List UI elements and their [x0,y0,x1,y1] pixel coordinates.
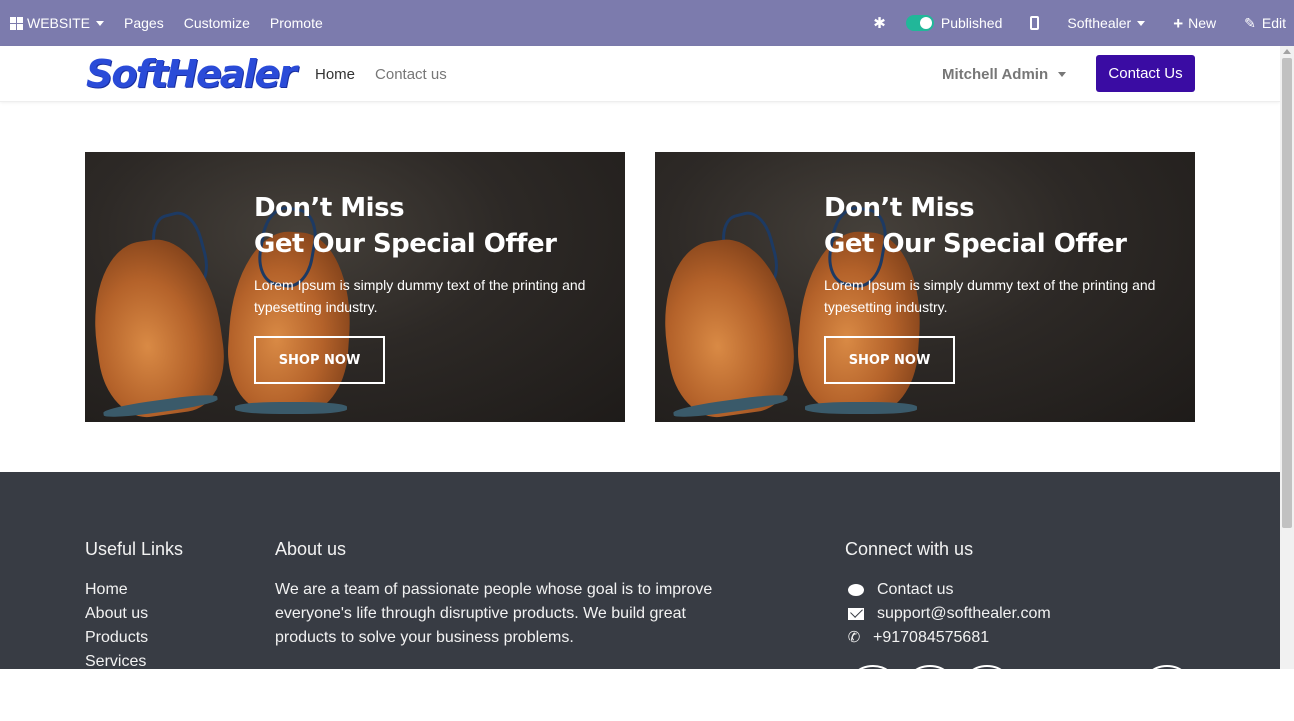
site-logo[interactable]: SoftHealer [86,54,297,94]
contact-link[interactable]: Contact us [877,578,953,602]
edit-button[interactable]: ✎ Edit [1234,0,1286,46]
published-toggle[interactable]: Published [900,0,1013,46]
user-name: Mitchell Admin [942,65,1049,83]
phone-number: +917084575681 [873,629,990,646]
offer-banner: Don’t Miss Get Our Special Offer Lorem I… [85,152,625,422]
debug-button[interactable]: ✱ [863,0,900,46]
social-icon[interactable] [845,665,901,721]
site-footer: Useful Links Home About us Products Serv… [0,472,1280,721]
contact-link-row[interactable]: Contact us [845,578,1051,602]
footer-link-services[interactable]: Services [85,650,148,674]
connect-list: Contact us support@softhealer.com ✆ +917… [845,578,1051,650]
banner-body: Lorem Ipsum is simply dummy text of the … [254,277,586,315]
mobile-icon [1030,16,1040,30]
useful-links-title: Useful Links [85,539,184,559]
website-menu[interactable]: WEBSITE [0,0,114,46]
website-menu-label: WEBSITE [27,15,91,31]
banner-heading-line2: Get Our Special Offer [254,229,557,259]
nav-home[interactable]: Home [305,66,365,83]
useful-links-list: Home About us Products Services [85,578,148,674]
email-link[interactable]: support@softhealer.com [877,602,1051,626]
new-label: New [1188,15,1217,31]
toggle-switch-icon [905,15,934,31]
mobile-preview-button[interactable] [1012,0,1057,46]
published-label: Published [940,15,1003,31]
contact-us-button[interactable]: Contact Us [1096,55,1195,92]
new-button[interactable]: + New [1163,0,1234,46]
shoe-sole-graphic [805,402,917,414]
page-scrollbar[interactable] [1280,46,1294,669]
caret-down-icon [1137,20,1146,26]
scrollbar-thumb[interactable] [1282,58,1292,528]
envelope-icon [845,608,867,620]
shoe-sole-graphic [235,402,347,414]
shop-now-button[interactable]: SHOP NOW [254,336,385,384]
about-text: We are a team of passionate people whose… [275,581,713,646]
banner-text: Don’t Miss Get Our Special Offer Lorem I… [254,190,614,318]
main-nav: Home Contact us [305,46,457,102]
pencil-icon: ✎ [1244,15,1256,31]
social-icon[interactable] [1139,665,1195,721]
edit-label: Edit [1261,15,1286,31]
banner-body: Lorem Ipsum is simply dummy text of the … [824,277,1156,315]
social-icon[interactable] [902,665,958,721]
footer-link-home[interactable]: Home [85,578,148,602]
apps-grid-icon [10,16,23,30]
comment-icon [845,584,867,596]
admin-bar: WEBSITE Pages Customize Promote ✱ Publis… [0,0,1294,46]
caret-down-icon [96,20,105,26]
promote-menu[interactable]: Promote [260,0,333,46]
banner-heading-line2: Get Our Special Offer [824,229,1127,259]
about-title: About us [275,539,347,559]
offer-banner: Don’t Miss Get Our Special Offer Lorem I… [655,152,1195,422]
scroll-up-arrow-icon[interactable] [1283,49,1291,54]
banner-heading-line1: Don’t Miss [824,193,975,223]
footer-link-about-us[interactable]: About us [85,602,148,626]
footer-link-products[interactable]: Products [85,626,148,650]
email-row[interactable]: support@softhealer.com [845,602,1051,626]
company-menu-label: Softhealer [1067,15,1132,31]
connect-title: Connect with us [845,539,974,559]
nav-contact-us[interactable]: Contact us [365,66,457,83]
phone-row: ✆ +917084575681 [845,626,1051,650]
social-icon[interactable] [959,665,1015,721]
shoe-image [655,232,802,422]
pages-menu[interactable]: Pages [114,0,174,46]
shoe-image [85,232,232,422]
shop-now-button[interactable]: SHOP NOW [824,336,955,384]
banner-text: Don’t Miss Get Our Special Offer Lorem I… [824,190,1184,318]
banner-heading-line1: Don’t Miss [254,193,405,223]
phone-icon: ✆ [847,629,861,646]
user-menu[interactable]: Mitchell Admin [942,46,1067,102]
site-header: SoftHealer Home Contact us Mitchell Admi… [0,46,1280,102]
plus-icon: + [1173,13,1184,33]
bug-icon: ✱ [873,14,886,32]
company-menu[interactable]: Softhealer [1057,0,1163,46]
caret-down-icon [1058,71,1067,77]
customize-menu[interactable]: Customize [174,0,260,46]
